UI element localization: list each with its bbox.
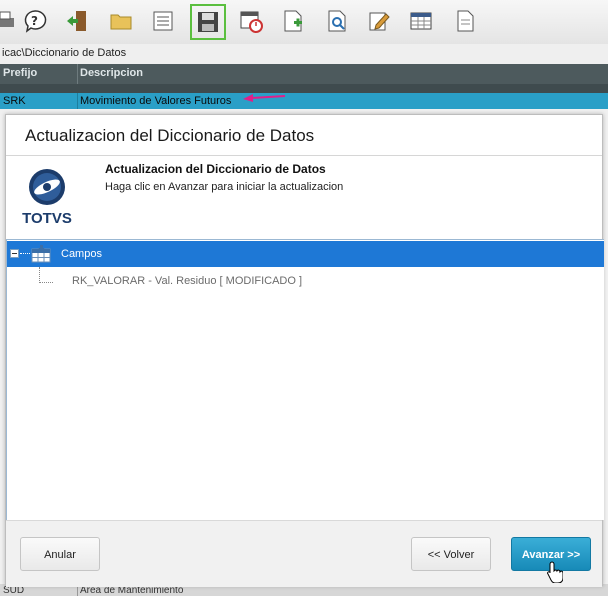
divider (6, 155, 602, 156)
update-dialog: Actualizacion del Diccionario de Datos T… (5, 114, 604, 587)
table-icon (31, 245, 51, 263)
preview-icon[interactable] (324, 8, 350, 34)
back-button-label: << Volver (427, 549, 475, 561)
header-title: Actualizacion del Diccionario de Datos (105, 162, 326, 176)
help-icon[interactable]: ? (22, 8, 48, 34)
cancel-button-label: Anular (44, 549, 76, 561)
svg-text:?: ? (31, 14, 38, 28)
column-separator (77, 93, 78, 109)
column-header-prefijo[interactable]: Prefijo (3, 67, 37, 79)
row-prefix: SRK (3, 95, 26, 107)
row-description: Movimiento de Valores Futuros (80, 95, 232, 107)
totvs-logo: TOTVS (22, 169, 72, 227)
cancel-button[interactable]: Anular (20, 537, 100, 571)
path-text: icac\Diccionario de Datos (2, 47, 127, 59)
folder-icon[interactable] (108, 8, 134, 34)
printer-icon[interactable] (0, 8, 18, 34)
hand-cursor-icon (547, 561, 563, 583)
tree-connector (39, 282, 53, 283)
next-button-label: Avanzar >> (521, 549, 581, 561)
column-separator (77, 64, 78, 84)
column-header-descripcion[interactable]: Descripcion (80, 67, 143, 79)
tree-node-campos[interactable]: Campos (7, 241, 604, 267)
collapse-icon[interactable] (10, 249, 19, 258)
tree-node-field[interactable]: RK_VALORAR - Val. Residuo [ MODIFICADO ] (72, 275, 302, 287)
table-icon[interactable] (408, 8, 434, 34)
add-document-icon[interactable] (280, 8, 306, 34)
header-subtitle: Haga clic en Avanzar para iniciar la act… (105, 181, 344, 193)
table-row[interactable]: SRK Movimiento de Valores Futuros (0, 93, 608, 109)
calendar-check-icon[interactable] (238, 8, 264, 34)
tree-view[interactable]: Campos RK_VALORAR - Val. Residuo [ MODIF… (6, 239, 604, 520)
edit-icon[interactable] (366, 8, 392, 34)
save-icon[interactable] (190, 4, 226, 40)
dialog-title: Actualizacion del Diccionario de Datos (25, 126, 315, 145)
toolbar: ? (0, 0, 608, 45)
back-button[interactable]: << Volver (411, 537, 491, 571)
notes-icon[interactable] (150, 8, 176, 34)
svg-text:TOTVS: TOTVS (22, 210, 72, 227)
grid-empty-row (0, 84, 608, 93)
tree-node-label: Campos (61, 248, 102, 260)
document-icon[interactable] (452, 8, 478, 34)
path-bar: icac\Diccionario de Datos (0, 44, 608, 65)
grid-header: Prefijo Descripcion (0, 64, 608, 84)
tree-connector (20, 253, 30, 254)
dialog-footer: Anular << Volver Avanzar >> (6, 520, 602, 587)
tree-connector (39, 267, 40, 283)
annotation-arrow-icon (243, 94, 286, 102)
exit-icon[interactable] (64, 8, 90, 34)
